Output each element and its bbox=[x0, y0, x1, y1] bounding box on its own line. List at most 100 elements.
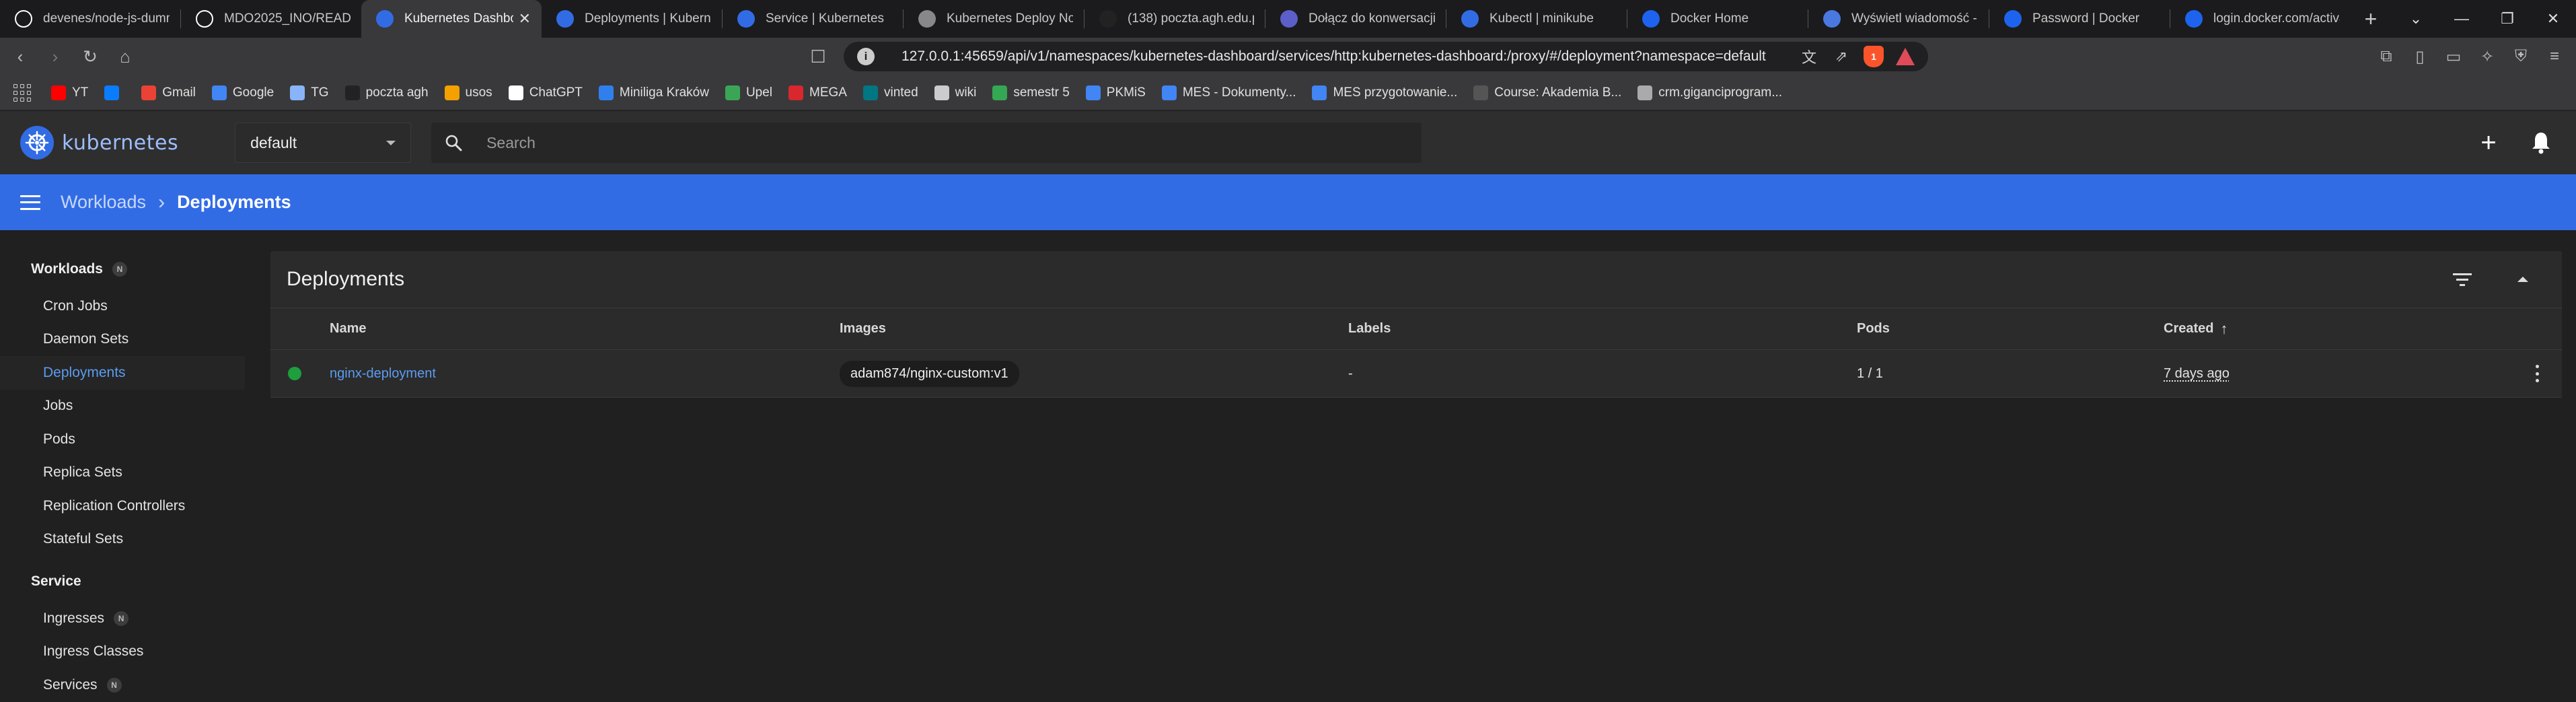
browser-tab[interactable]: login.docker.com/activate bbox=[2170, 0, 2351, 38]
tab-search-chevron-icon[interactable]: ⌄ bbox=[2393, 0, 2439, 38]
bookmark-item[interactable]: Gmail bbox=[141, 85, 196, 100]
sidebar-item-pods[interactable]: Pods bbox=[0, 423, 256, 456]
search-input[interactable] bbox=[486, 129, 1422, 156]
bookmark-item[interactable]: Google bbox=[211, 85, 274, 100]
sidebar-group-service[interactable]: Service bbox=[0, 568, 256, 595]
tab-title: devenes/node-js-dummy-test bbox=[43, 11, 170, 26]
usos-icon bbox=[444, 85, 459, 100]
breadcrumb-current: Deployments bbox=[177, 192, 291, 212]
browser-tab[interactable]: Kubectl | minikube bbox=[1446, 0, 1627, 38]
sidebar-item-replica-sets[interactable]: Replica Sets bbox=[0, 456, 256, 490]
close-tab-icon[interactable]: ✕ bbox=[519, 10, 531, 28]
create-resource-plus-icon[interactable]: + bbox=[2467, 121, 2510, 164]
wallet-icon[interactable]: ▭ bbox=[2439, 42, 2468, 71]
bookmark-item[interactable]: PKMiS bbox=[1085, 85, 1146, 100]
sidebar-item-services[interactable]: Services N bbox=[0, 668, 256, 702]
sidebar-item-deployments[interactable]: Deployments bbox=[0, 356, 245, 390]
tab-title: Deployments | Kubernetes bbox=[585, 11, 711, 26]
sidebar-group-workloads[interactable]: Workloads N bbox=[0, 256, 256, 283]
browser-tab[interactable]: devenes/node-js-dummy-test bbox=[0, 0, 180, 38]
sidebar-toggle-icon[interactable]: ▯ bbox=[2405, 42, 2435, 71]
column-pods: Pods bbox=[1857, 321, 1890, 336]
sidebar-item-ingress-classes[interactable]: Ingress Classes bbox=[0, 635, 256, 669]
kubernetes-logo[interactable]: kubernetes bbox=[20, 126, 178, 160]
folder-icon bbox=[290, 85, 305, 100]
namespace-selector[interactable]: default bbox=[235, 122, 412, 163]
browser-tab[interactable]: Docker Home bbox=[1627, 0, 1808, 38]
bookmark-label: Upel bbox=[745, 85, 773, 100]
bookmark-item[interactable]: Upel bbox=[725, 85, 772, 100]
tab-title: MDO2025_INO/README bbox=[224, 11, 351, 26]
column-name[interactable]: Name bbox=[330, 321, 840, 337]
leo-ai-icon[interactable]: ✧ bbox=[2472, 42, 2502, 71]
search-box[interactable] bbox=[431, 122, 1422, 163]
deployment-name-link[interactable]: nginx-deployment bbox=[330, 366, 436, 381]
bookmark-item[interactable]: semestr 5 bbox=[992, 85, 1070, 100]
translate-icon[interactable]: 文 bbox=[1796, 44, 1822, 69]
bookmark-item[interactable]: Miniliga Kraków bbox=[598, 85, 709, 100]
bookmark-item[interactable]: wiki bbox=[934, 85, 976, 100]
bookmark-item[interactable]: MEGA bbox=[788, 85, 847, 100]
browser-tab[interactable]: Deployments | Kubernetes bbox=[542, 0, 722, 38]
breadcrumb-workloads[interactable]: Workloads bbox=[61, 192, 146, 213]
bookmark-item[interactable] bbox=[104, 85, 125, 100]
youtube-icon bbox=[51, 85, 66, 100]
brave-shields-icon[interactable]: 1 bbox=[1864, 46, 1884, 67]
browser-toolbar: ‹ › ↻ ⌂ ☐ i 127.0.0.1:45659/api/v1/names… bbox=[0, 38, 2576, 75]
bookmark-item[interactable]: TG bbox=[290, 85, 329, 100]
browser-tab[interactable]: Kubernetes Deploy Node.js bbox=[904, 0, 1084, 38]
chat-icon bbox=[918, 10, 936, 28]
bookmark-item[interactable]: crm.gigancipro­gram... bbox=[1637, 85, 1782, 100]
bookmark-item[interactable]: vinted bbox=[862, 85, 918, 100]
restore-icon[interactable]: ❐ bbox=[2485, 0, 2530, 38]
close-window-icon[interactable]: ✕ bbox=[2530, 0, 2576, 38]
apps-grid-icon[interactable] bbox=[13, 83, 31, 102]
browser-tab[interactable]: Kubernetes Dashboard ✕ bbox=[361, 0, 542, 38]
sidebar-item-daemon-sets[interactable]: Daemon Sets bbox=[0, 323, 256, 357]
bookmark-item[interactable]: MES przygotowanie... bbox=[1312, 85, 1457, 100]
filter-button[interactable] bbox=[2441, 258, 2484, 301]
column-created[interactable]: Created ↑ bbox=[2164, 320, 2487, 338]
collapse-card-button[interactable] bbox=[2501, 258, 2544, 301]
tab-title: Kubectl | minikube bbox=[1489, 11, 1594, 26]
sidebar-item-stateful-sets[interactable]: Stateful Sets bbox=[0, 523, 256, 557]
bookmark-item[interactable]: ChatGPT bbox=[508, 85, 583, 100]
bookmark-page-icon[interactable]: ☐ bbox=[803, 42, 833, 71]
forward-icon[interactable]: › bbox=[40, 42, 70, 71]
url-text[interactable]: 127.0.0.1:45659/api/v1/namespaces/kubern… bbox=[901, 48, 1790, 65]
mail-icon bbox=[344, 85, 360, 100]
sidebar-item-label: Ingresses bbox=[43, 610, 105, 626]
notifications-bell-icon[interactable] bbox=[2519, 121, 2563, 164]
extensions-icon[interactable]: ⧉ bbox=[2371, 42, 2401, 71]
pods-cell: 1 / 1 bbox=[1857, 365, 1883, 381]
browser-tab[interactable]: Dołącz do konwersacji bbox=[1265, 0, 1446, 38]
sidebar-item-jobs[interactable]: Jobs bbox=[0, 390, 256, 423]
new-tab-button[interactable]: + bbox=[2351, 0, 2391, 38]
bookmark-item[interactable]: MES - Dokumenty... bbox=[1161, 85, 1296, 100]
bookmark-item[interactable]: YT bbox=[51, 85, 88, 100]
browser-tab[interactable]: MDO2025_INO/README bbox=[181, 0, 361, 38]
sidebar-item-cron-jobs[interactable]: Cron Jobs bbox=[0, 289, 256, 323]
more-actions-icon[interactable] bbox=[2536, 365, 2539, 382]
bookmark-item[interactable]: poczta agh bbox=[344, 85, 429, 100]
sidebar-item-replication-controllers[interactable]: Replication Controllers bbox=[0, 489, 256, 523]
home-icon[interactable]: ⌂ bbox=[110, 42, 140, 71]
browser-tab[interactable]: (138) poczta.agh.edu.pl bbox=[1084, 0, 1265, 38]
site-info-icon[interactable]: i bbox=[857, 48, 875, 65]
menu-icon[interactable]: ≡ bbox=[2540, 42, 2569, 71]
vpn-icon[interactable]: ⛨ bbox=[2506, 42, 2536, 71]
address-bar[interactable]: i 127.0.0.1:45659/api/v1/namespaces/kube… bbox=[844, 42, 1928, 71]
sort-ascending-icon[interactable]: ↑ bbox=[2220, 320, 2228, 338]
minimize-icon[interactable]: — bbox=[2439, 0, 2485, 38]
reload-icon[interactable]: ↻ bbox=[75, 42, 105, 71]
brave-rewards-icon[interactable] bbox=[1896, 48, 1915, 65]
share-icon[interactable]: ⇗ bbox=[1829, 44, 1854, 69]
browser-tab[interactable]: Wyświetl wiadomość - 1 bbox=[1808, 0, 1989, 38]
browser-tab[interactable]: Service | Kubernetes bbox=[723, 0, 903, 38]
back-icon[interactable]: ‹ bbox=[5, 42, 35, 71]
browser-tab[interactable]: Password | Docker bbox=[1989, 0, 2170, 38]
sidebar-item-ingresses[interactable]: Ingresses N bbox=[0, 602, 256, 635]
bookmark-item[interactable]: usos bbox=[444, 85, 492, 100]
bookmark-item[interactable]: Course: Akademia B... bbox=[1473, 85, 1621, 100]
nav-menu-icon[interactable] bbox=[20, 195, 40, 210]
